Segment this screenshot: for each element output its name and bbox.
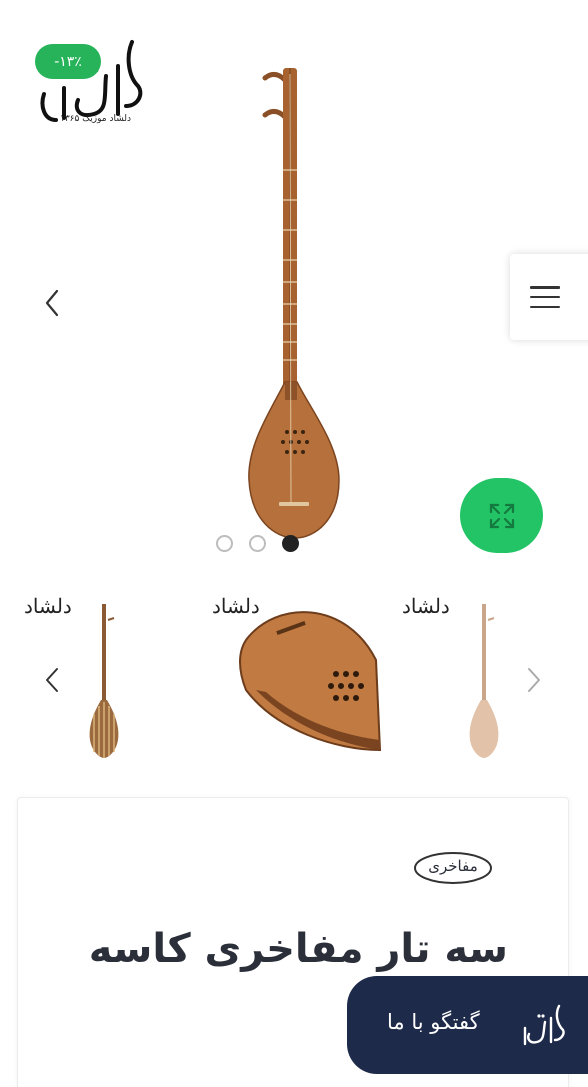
thumbnail-2[interactable]: دلشاد bbox=[212, 590, 382, 765]
expand-icon bbox=[489, 503, 514, 528]
chat-button[interactable]: گفتگو با ما bbox=[347, 976, 588, 1074]
thumb-bowl-closeup-image bbox=[239, 611, 382, 752]
prev-slide-button[interactable] bbox=[36, 283, 68, 323]
thumb-logo: دلشاد bbox=[24, 594, 72, 618]
chat-logo-icon bbox=[523, 1004, 565, 1046]
slide-dot-3[interactable] bbox=[282, 535, 299, 552]
slide-dots bbox=[216, 535, 299, 552]
product-title: سه تار مفاخری کاسه bbox=[88, 926, 508, 972]
thumb-setar-image bbox=[89, 604, 119, 758]
thumbnail-1[interactable]: دلشاد bbox=[22, 590, 152, 765]
thumb-next-button[interactable] bbox=[520, 662, 548, 698]
brand-badge[interactable]: مفاخری bbox=[413, 850, 493, 886]
thumb-setar-light-image bbox=[469, 604, 499, 758]
product-gallery: دلشاد موزیک ۱۳۶۵ -۱۳٪ bbox=[0, 0, 588, 575]
chevron-left-icon bbox=[45, 289, 59, 317]
slide-dot-1[interactable] bbox=[216, 535, 233, 552]
thumbnail-3[interactable]: دلشاد bbox=[400, 590, 510, 765]
chat-label: گفتگو با ما bbox=[387, 1010, 480, 1034]
product-main-image[interactable] bbox=[235, 60, 355, 550]
chevron-right-icon bbox=[528, 668, 540, 692]
brand-name: مفاخری bbox=[428, 857, 478, 875]
thumb-logo: دلشاد bbox=[402, 594, 450, 618]
menu-button[interactable] bbox=[510, 254, 588, 340]
zoom-image-button[interactable] bbox=[460, 478, 543, 553]
discount-badge: -۱۳٪ bbox=[35, 44, 101, 79]
thumbnail-carousel: دلشاد دلشاد دلشاد bbox=[0, 590, 588, 770]
slide-dot-2[interactable] bbox=[249, 535, 266, 552]
logo-caption: دلشاد موزیک ۱۳۶۵ bbox=[60, 114, 131, 124]
hamburger-icon bbox=[530, 286, 560, 308]
